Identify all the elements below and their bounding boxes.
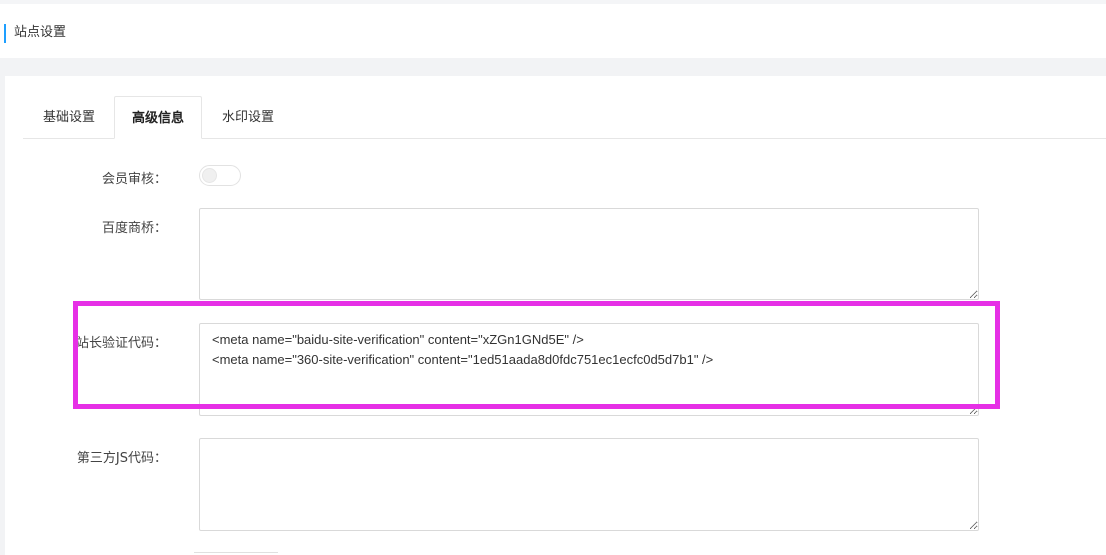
- tab-bar: 基础设置 高级信息 水印设置: [23, 96, 1106, 139]
- baidu-bridge-label: 百度商桥：: [101, 221, 167, 236]
- highlight-annotation-box: [73, 301, 1000, 409]
- page-header: 站点设置: [0, 0, 1106, 58]
- header-accent-bar: [4, 24, 6, 43]
- tab-basic-settings[interactable]: 基础设置: [23, 96, 115, 139]
- page-title: 站点设置: [14, 25, 67, 40]
- member-review-toggle[interactable]: [199, 165, 241, 186]
- member-review-label: 会员审核：: [101, 172, 167, 187]
- third-party-js-textarea[interactable]: [199, 438, 979, 531]
- baidu-bridge-textarea[interactable]: [199, 208, 979, 300]
- tab-watermark-settings[interactable]: 水印设置: [203, 96, 293, 139]
- tab-advanced-info[interactable]: 高级信息: [114, 96, 202, 139]
- toggle-knob: [202, 168, 217, 183]
- third-party-js-label: 第三方JS代码：: [76, 451, 167, 466]
